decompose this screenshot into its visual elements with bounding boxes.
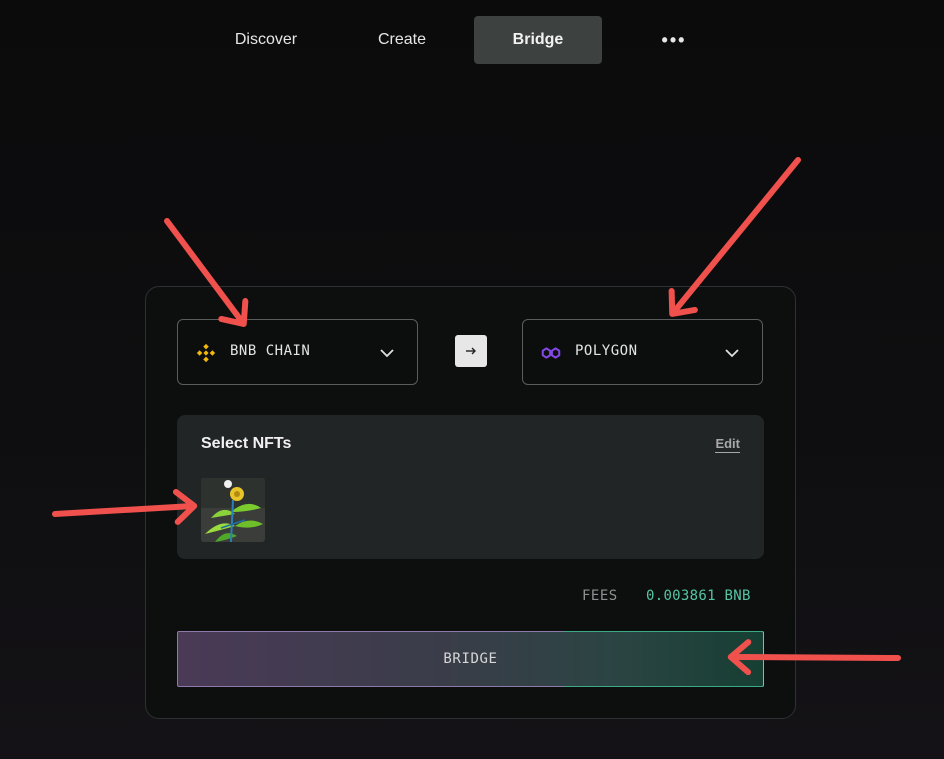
select-nfts-panel: Select NFTs Edit xyxy=(177,415,764,559)
nft-thumbnail[interactable] xyxy=(201,478,265,542)
chevron-down-icon xyxy=(380,349,394,358)
fees-value: 0.003861 BNB xyxy=(646,588,751,604)
bnb-chain-icon xyxy=(196,343,216,363)
select-nfts-title: Select NFTs xyxy=(201,435,292,452)
edit-nfts-link[interactable]: Edit xyxy=(715,436,740,453)
nav-bridge[interactable]: Bridge xyxy=(474,16,602,64)
from-chain-label: BNB CHAIN xyxy=(230,343,311,359)
chevron-down-icon xyxy=(725,349,739,358)
top-nav: Discover Create Bridge ••• xyxy=(0,16,944,64)
bridge-button-label: BRIDGE xyxy=(443,651,498,667)
fees-label: FEES xyxy=(582,588,618,604)
swap-direction-button[interactable] xyxy=(455,335,487,367)
arrow-right-icon xyxy=(466,347,476,355)
bridge-button[interactable]: BRIDGE xyxy=(177,631,764,687)
nft-plant-image xyxy=(201,478,265,542)
polygon-icon xyxy=(541,347,561,359)
nav-discover[interactable]: Discover xyxy=(222,16,310,64)
to-chain-label: POLYGON xyxy=(575,343,638,359)
nav-create[interactable]: Create xyxy=(362,16,442,64)
nav-more-menu[interactable]: ••• xyxy=(650,16,698,64)
to-chain-dropdown[interactable]: POLYGON xyxy=(522,319,763,385)
bridge-card: BNB CHAIN POLYGON Select NFTs Edit FEES … xyxy=(145,286,796,719)
from-chain-dropdown[interactable]: BNB CHAIN xyxy=(177,319,418,385)
